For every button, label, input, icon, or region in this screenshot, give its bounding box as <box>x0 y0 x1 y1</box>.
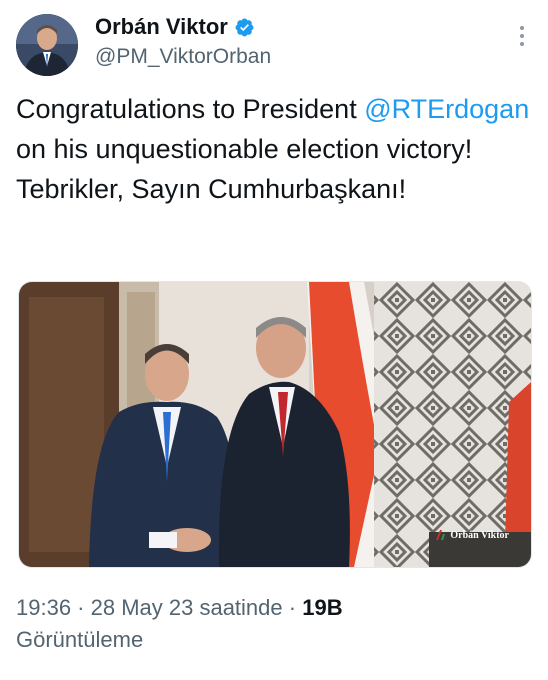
more-options-icon[interactable] <box>518 26 526 50</box>
watermark-logo-icon <box>436 530 446 540</box>
tweet-text: Congratulations to President @RTErdogan … <box>16 89 532 209</box>
user-handle[interactable]: @PM_ViktorOrban <box>95 45 271 69</box>
tweet-meta: 19:36 · 28 May 23 saatinde · 19B Görüntü… <box>16 592 532 656</box>
watermark-text: Orbán Viktor <box>450 529 509 541</box>
tweet-photo[interactable]: Orbán Viktor <box>18 281 532 568</box>
meta-separator: · <box>282 595 303 620</box>
meta-separator: · <box>71 595 91 620</box>
tweet-text-part-1: Congratulations to President <box>16 94 365 124</box>
mention-link[interactable]: @RTErdogan <box>364 94 529 124</box>
tweet-time[interactable]: 19:36 <box>16 595 71 620</box>
views-count: 19B <box>302 595 343 620</box>
tweet-date[interactable]: 28 May 23 saatinde <box>91 595 283 620</box>
avatar-image <box>16 14 78 76</box>
avatar[interactable] <box>16 14 78 76</box>
tweet-text-part-2: on his unquestionable election victory! … <box>16 134 473 204</box>
photo-image <box>19 282 531 567</box>
display-name[interactable]: Orbán Viktor <box>95 14 228 40</box>
tweet-header: Orbán Viktor @PM_ViktorOrban <box>16 12 532 78</box>
views-label: Görüntüleme <box>16 627 144 652</box>
name-row: Orbán Viktor <box>95 14 255 40</box>
photo-watermark: Orbán Viktor <box>435 529 509 541</box>
verified-badge-icon <box>235 18 254 36</box>
